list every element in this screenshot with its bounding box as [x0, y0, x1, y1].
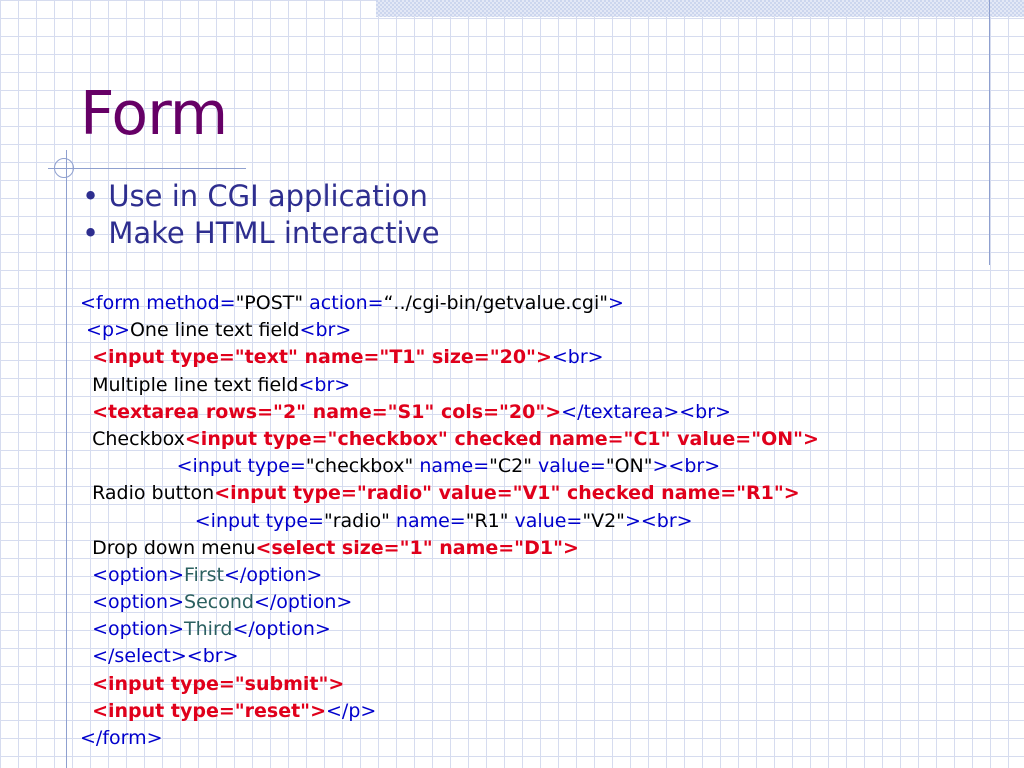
code-segment: </option> [224, 563, 323, 586]
code-segment: <br> [551, 346, 604, 369]
code-segment: Second [184, 591, 254, 614]
code-segment: </select><br> [92, 645, 239, 668]
code-segment: "ON" [605, 455, 653, 478]
code-segment: "C2" [489, 455, 532, 478]
code-segment: action= [303, 292, 384, 314]
code-segment: <option> [92, 618, 185, 641]
code-segment: <select size="1" name="D1"> [255, 536, 579, 559]
code-segment: “../cgi-bin/getvalue.cgi" [383, 292, 608, 314]
code-segment: <option> [92, 591, 185, 614]
code-line: <form method="POST" action=“../cgi-bin/g… [80, 290, 819, 317]
code-segment: Third [184, 618, 233, 641]
code-segment: <input type="checkbox" checked name="C1"… [184, 427, 819, 450]
code-segment: > [608, 292, 624, 314]
code-segment: </p> [326, 699, 377, 722]
code-segment: name= [413, 455, 490, 478]
code-segment: "POST" [235, 292, 304, 314]
code-line: </form> [80, 725, 819, 752]
code-segment: <input type= [176, 455, 306, 478]
code-segment: ><br> [624, 509, 693, 532]
bullet-item: • Make HTML interactive [82, 216, 440, 250]
code-segment: <p> [86, 319, 130, 342]
code-line: <option>Third</option> [80, 616, 819, 643]
code-line: <option>First</option> [80, 562, 819, 589]
code-line: Radio button<input type="radio" value="V… [80, 480, 819, 507]
code-segment: </textarea><br> [561, 400, 731, 423]
code-segment: "checkbox" [305, 455, 414, 478]
code-segment: "radio" [323, 509, 390, 532]
code-segment: <form method= [80, 292, 236, 314]
code-segment: <input type="radio" value="V1" checked n… [214, 482, 800, 505]
code-line: <input type="checkbox" name="C2" value="… [80, 453, 819, 480]
code-line: <input type="reset"></p> [80, 698, 819, 725]
code-segment: </option> [232, 618, 331, 641]
code-segment: <input type="submit"> [92, 672, 345, 695]
decor-horizontal-line [48, 168, 246, 169]
code-segment: Radio button [92, 482, 215, 505]
code-segment: One line text field [129, 319, 300, 342]
code-segment: <br> [298, 373, 351, 396]
code-segment: "V2" [582, 509, 625, 532]
code-line: </select><br> [80, 643, 819, 670]
code-line: <p>One line text field<br> [80, 317, 819, 344]
code-segment: <textarea rows="2" name="S1" cols="20"> [92, 400, 562, 423]
bullet-item: • Use in CGI application [82, 179, 428, 213]
code-segment: Multiple line text field [92, 373, 299, 396]
code-segment: <input type= [194, 509, 324, 532]
code-line: <input type="radio" name="R1" value="V2"… [80, 508, 819, 535]
bullet-list: • Use in CGI application • Make HTML int… [82, 178, 440, 252]
code-line: <textarea rows="2" name="S1" cols="20"><… [80, 399, 819, 426]
code-segment: "R1" [465, 509, 509, 532]
top-decor-band [376, 0, 1024, 17]
code-line: Drop down menu<select size="1" name="D1"… [80, 535, 819, 562]
code-segment: ><br> [652, 455, 721, 478]
decor-vertical-line-right [989, 0, 990, 265]
code-line: <input type="submit"> [80, 671, 819, 698]
code-block: <form method="POST" action=“../cgi-bin/g… [80, 290, 819, 752]
code-line: Checkbox<input type="checkbox" checked n… [80, 426, 819, 453]
code-segment: Drop down menu [92, 536, 256, 559]
slide-title: Form [80, 79, 228, 149]
code-segment: </option> [253, 591, 353, 614]
code-segment: Checkbox [92, 427, 185, 450]
code-segment: name= [389, 509, 466, 532]
decor-vertical-line-left [66, 150, 67, 768]
code-segment: value= [508, 509, 583, 532]
code-segment: <input type="reset"> [92, 699, 327, 722]
code-segment: value= [531, 455, 606, 478]
code-line: Multiple line text field<br> [80, 372, 819, 399]
code-segment: </form> [80, 727, 163, 749]
code-segment: <br> [299, 319, 352, 342]
code-segment: <option> [92, 563, 185, 586]
decor-circle-icon [54, 158, 74, 178]
code-segment: First [184, 563, 225, 586]
code-line: <input type="text" name="T1" size="20"><… [80, 344, 819, 371]
code-segment: <input type="text" name="T1" size="20"> [92, 346, 552, 369]
code-line: <option>Second</option> [80, 589, 819, 616]
